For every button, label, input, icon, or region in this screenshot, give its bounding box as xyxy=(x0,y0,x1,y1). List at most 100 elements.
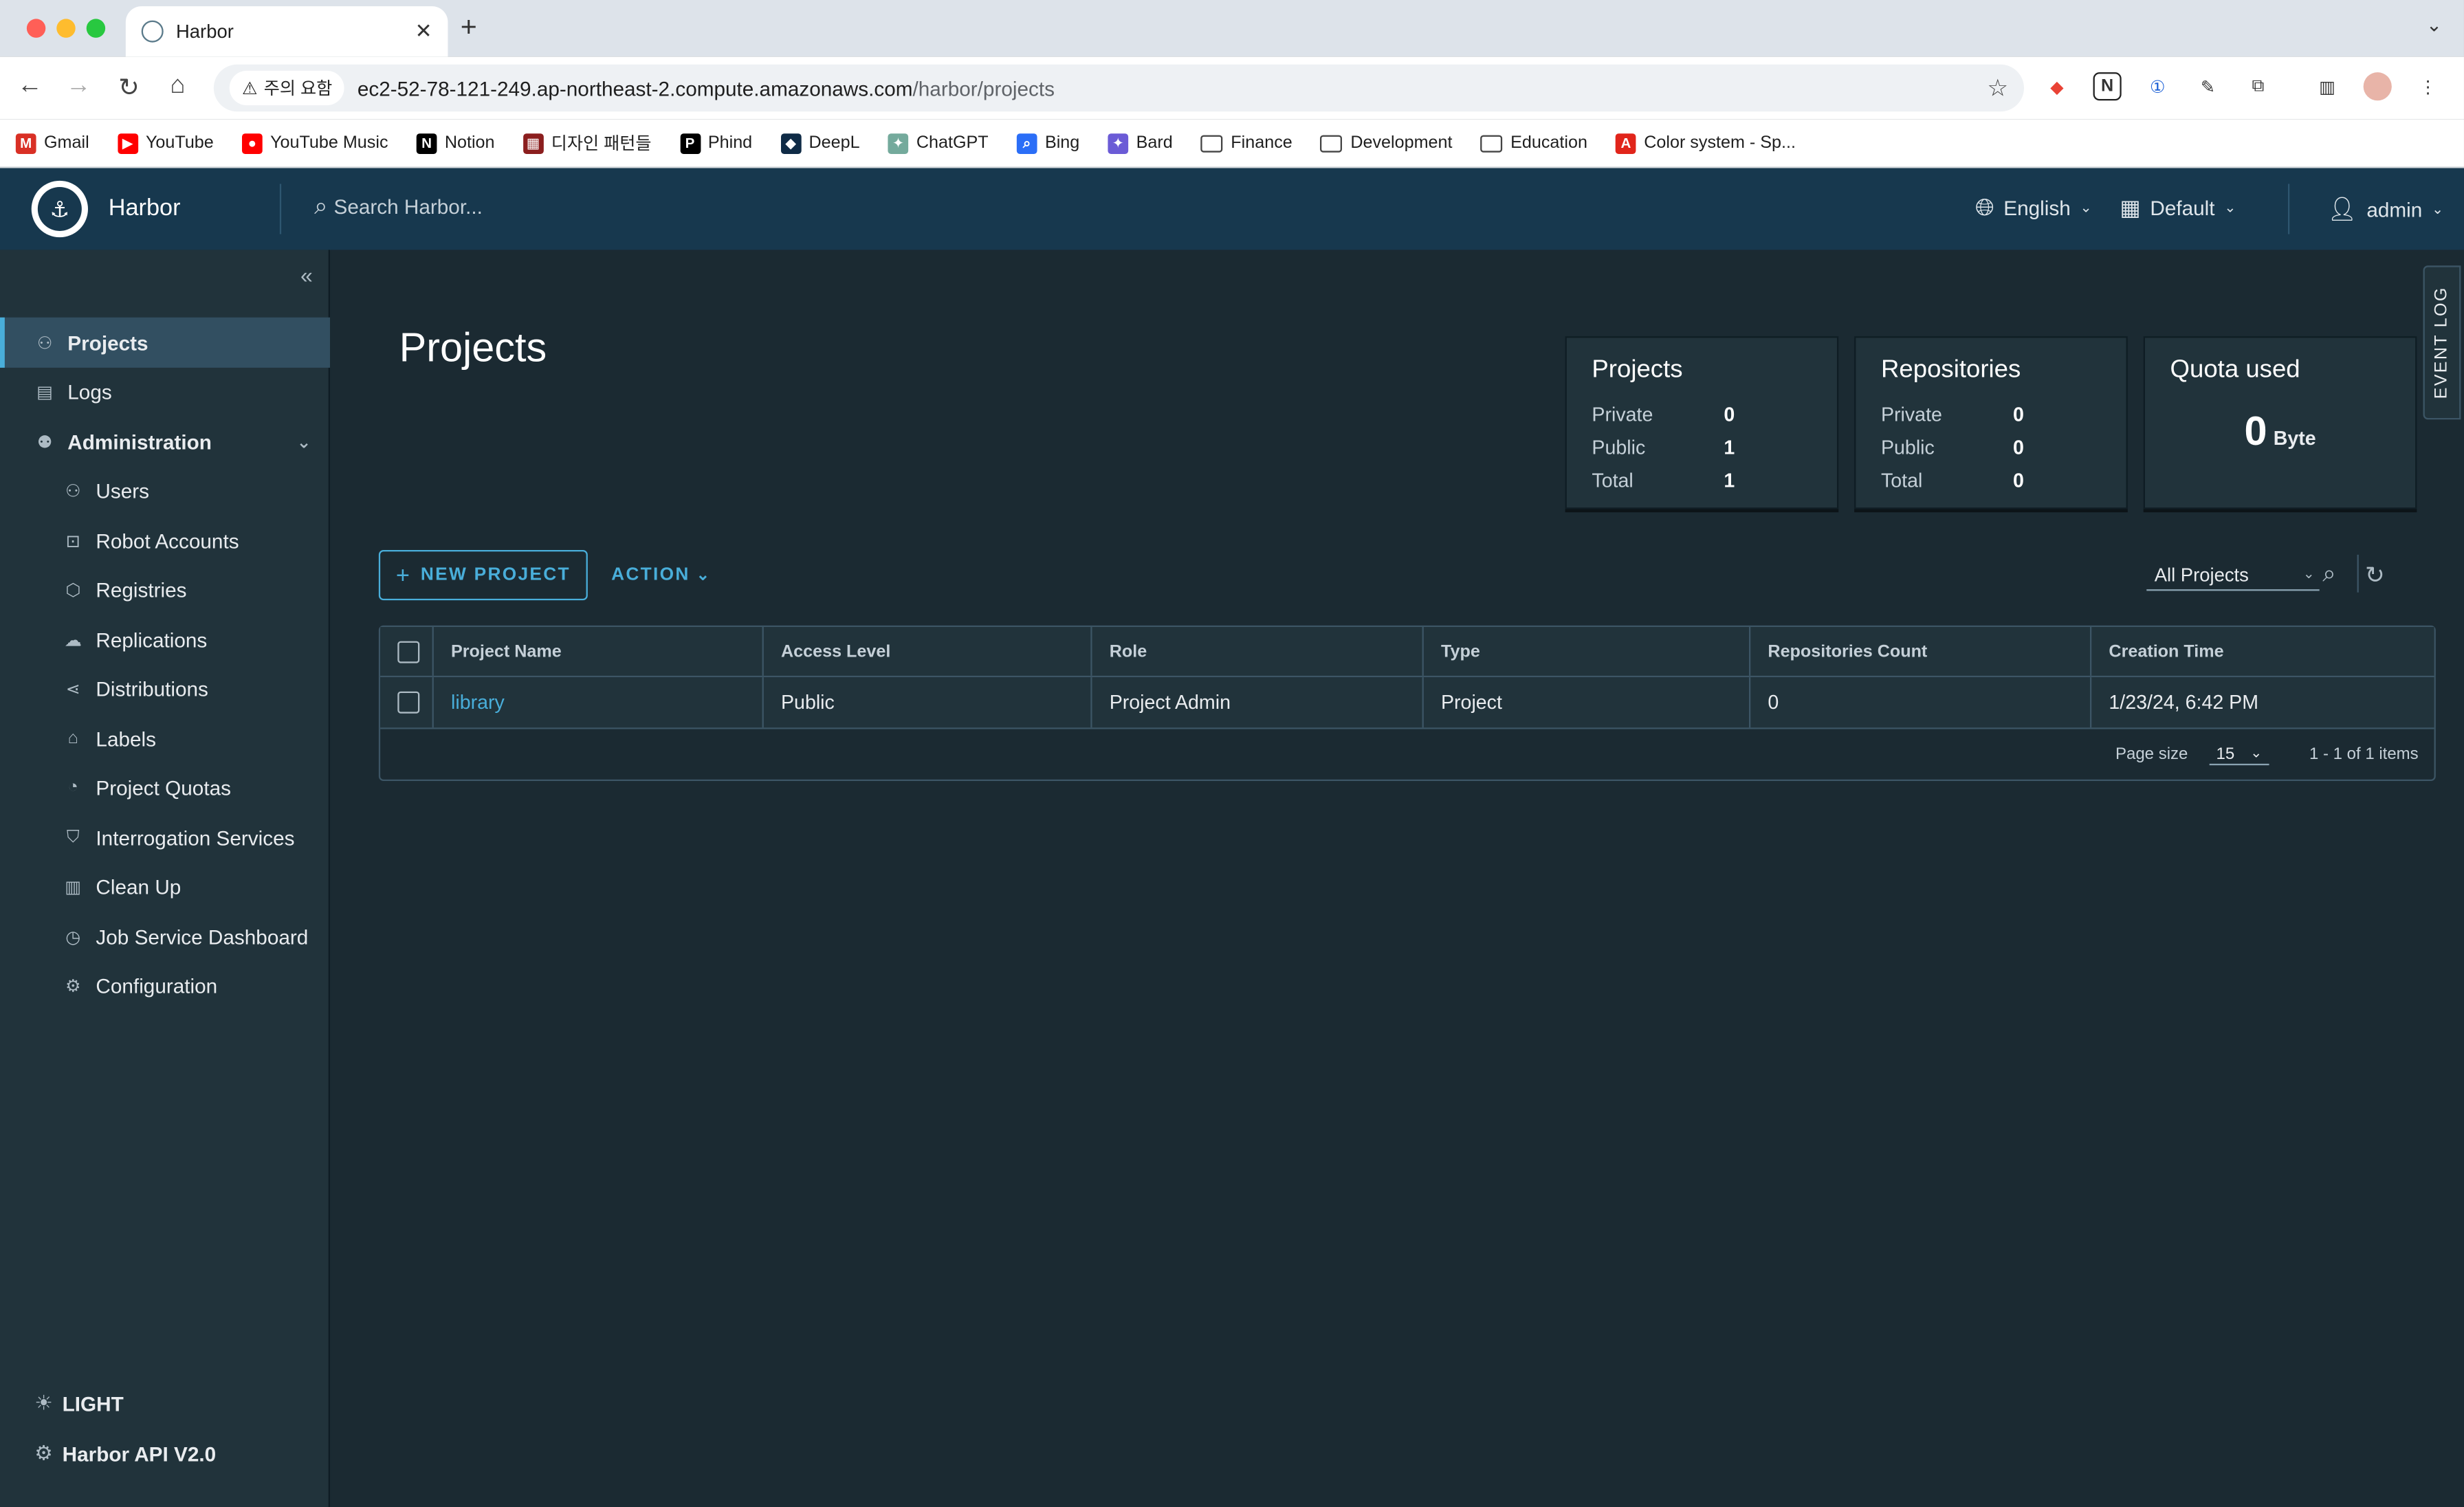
row-value[interactable]: 1 xyxy=(1724,436,1735,458)
minimize-window-button[interactable] xyxy=(56,19,76,38)
maximize-window-button[interactable] xyxy=(86,19,106,38)
bookmark-favicon-icon: ● xyxy=(241,133,263,153)
quota-unit: Byte xyxy=(2273,427,2316,450)
bookmark-item[interactable]: ✦ ChatGPT xyxy=(888,133,989,153)
sidebar-item-distributions[interactable]: ⋖ Distributions xyxy=(0,663,330,714)
user-menu[interactable]: 👤︎ admin ⌄ xyxy=(2327,195,2443,223)
sidebar-item-interrogation-services[interactable]: ⛉ Interrogation Services xyxy=(0,813,330,863)
bookmark-item[interactable]: Education xyxy=(1480,133,1587,153)
bookmark-item[interactable]: ▦ 디자인 패턴들 xyxy=(522,131,652,156)
close-tab-icon[interactable]: ✕ xyxy=(415,19,432,44)
row-label: Private xyxy=(1880,403,1942,426)
sidebar-item-configuration[interactable]: ⚙ Configuration xyxy=(0,960,330,1011)
column-header[interactable]: Repositories Count xyxy=(1750,626,2092,676)
filter-value: All Projects xyxy=(2154,563,2249,586)
registries-icon: ⬡ xyxy=(65,580,81,600)
sidebar-item-clean-up[interactable]: ▥ Clean Up xyxy=(0,861,330,912)
back-icon[interactable]: ← xyxy=(14,72,46,100)
extensions-puzzle-icon[interactable]: ⧉ xyxy=(2244,72,2272,100)
bookmark-item[interactable]: ● YouTube Music xyxy=(241,133,388,153)
bookmark-item[interactable]: N Notion xyxy=(416,133,494,153)
tab-search-chevron-icon[interactable]: ⌄ xyxy=(2426,14,2442,36)
bookmark-item[interactable]: P Phind xyxy=(679,133,752,153)
card-row: Total 0 xyxy=(1881,463,2101,496)
bookmark-item[interactable]: M Gmail xyxy=(15,133,89,153)
column-header[interactable]: Role xyxy=(1092,626,1424,676)
home-icon[interactable]: ⌂ xyxy=(162,72,193,100)
brand-name[interactable]: Harbor xyxy=(109,195,181,221)
search-icon[interactable]: ⌕ xyxy=(2322,561,2335,588)
eyedropper-icon[interactable]: ✎ xyxy=(2194,72,2222,100)
row-value[interactable]: 1 xyxy=(1724,469,1735,491)
event-log-tab[interactable]: EVENT LOG xyxy=(2423,265,2461,420)
project-filter-select[interactable]: All Projects ⌄ xyxy=(2146,560,2320,591)
project-name-link[interactable]: library xyxy=(451,692,505,714)
search-input[interactable]: Search Harbor... xyxy=(333,195,482,218)
search-icon: ⌕ xyxy=(314,193,328,220)
column-header[interactable]: Project Name xyxy=(434,626,764,676)
security-warning-chip[interactable]: ⚠ 주의 요함 xyxy=(229,70,345,106)
notion-extension-icon[interactable]: N xyxy=(2093,72,2122,101)
chevron-down-icon[interactable]: ⌄ xyxy=(296,431,311,452)
close-window-button[interactable] xyxy=(26,19,46,38)
new-project-button[interactable]: + NEW PROJECT xyxy=(378,549,588,601)
table-row: library Public Project Admin Project 0 1/23/2… xyxy=(380,677,2434,729)
theme-toggle[interactable]: ☀ LIGHT xyxy=(34,1391,123,1416)
bookmark-item[interactable]: Finance xyxy=(1200,133,1292,153)
collapse-sidebar-icon[interactable]: « xyxy=(300,263,313,288)
bookmark-item[interactable]: ✦ Bard xyxy=(1108,133,1173,153)
quota-value: 0 Byte xyxy=(2170,407,2390,456)
page-size-select[interactable]: 15 ⌄ xyxy=(2210,744,2269,764)
chevron-down-icon: ⌄ xyxy=(2250,745,2263,761)
page-size-label: Page size xyxy=(2115,745,2188,764)
bookmark-item[interactable]: Development xyxy=(1320,133,1453,153)
action-dropdown-button[interactable]: ACTION ⌄ xyxy=(611,550,711,600)
sidebar-item-administration[interactable]: ⚉ Administration ⌄ xyxy=(0,417,330,467)
sidebar-item-labels[interactable]: ⌂ Labels xyxy=(0,714,330,764)
column-header[interactable]: Creation Time xyxy=(2091,627,2434,676)
language-selector[interactable]: 🌐︎ English ⌄ xyxy=(1975,195,2092,221)
sidebar-item-label: Distributions xyxy=(96,676,208,701)
refresh-icon[interactable]: ↻ xyxy=(2365,561,2385,589)
forward-icon[interactable]: → xyxy=(63,72,94,100)
column-header[interactable]: Access Level xyxy=(764,626,1092,676)
harbor-logo-icon[interactable]: ⚓ xyxy=(31,180,88,238)
bookmark-item[interactable]: A Color system - Sp... xyxy=(1616,133,1796,153)
bookmark-item[interactable]: ◆ DeepL xyxy=(780,133,860,153)
sidebar-item-registries[interactable]: ⬡ Registries xyxy=(0,564,330,615)
browser-tab[interactable]: Harbor ✕ xyxy=(125,6,448,57)
sidebar-item-replications[interactable]: ☁ Replications xyxy=(0,615,330,665)
sidebar-item-logs[interactable]: ▤ Logs xyxy=(0,366,330,417)
bookmark-star-icon[interactable]: ☆ xyxy=(1987,74,2008,102)
browser-menu-icon[interactable]: ⋮ xyxy=(2414,72,2442,100)
row-select-cell xyxy=(380,677,434,728)
sidebar-item-projects[interactable]: ⚇ Projects xyxy=(0,317,330,368)
profile-avatar[interactable] xyxy=(2363,72,2392,101)
extension-color-icon[interactable]: ◆ xyxy=(2043,72,2071,100)
global-search[interactable]: ⌕ Search Harbor... xyxy=(314,193,483,220)
sidebar-item-label: Interrogation Services xyxy=(96,826,295,850)
action-label: ACTION xyxy=(611,565,690,585)
sidebar-item-project-quotas[interactable]: ◔ Project Quotas xyxy=(0,762,330,813)
new-tab-icon[interactable]: + xyxy=(461,11,477,44)
select-all-checkbox[interactable] xyxy=(397,640,420,663)
reload-icon[interactable]: ↻ xyxy=(113,72,145,104)
header-divider xyxy=(279,184,282,234)
api-explorer-link[interactable]: ⚙ Harbor API V2.0 xyxy=(34,1441,216,1466)
theme-selector[interactable]: ▦ Default ⌄ xyxy=(2120,195,2236,221)
row-checkbox[interactable] xyxy=(397,691,420,714)
chevron-down-icon: ⌄ xyxy=(2432,200,2444,217)
folder-icon xyxy=(1200,134,1223,152)
row-value[interactable]: 0 xyxy=(1724,403,1735,425)
column-header[interactable]: Type xyxy=(1424,626,1751,676)
bookmark-item[interactable]: ⌕ Bing xyxy=(1016,133,1079,153)
repositories-summary-card: Repositories Private 0 Public 0 Total 0 xyxy=(1854,336,2128,509)
password-manager-icon[interactable]: ① xyxy=(2144,72,2172,100)
sidebar-item-robot-accounts[interactable]: ⊡ Robot Accounts xyxy=(0,516,330,566)
bookmark-item[interactable]: ▶ YouTube xyxy=(117,133,214,153)
url-field[interactable]: ⚠ 주의 요함 ec2-52-78-121-249.ap-northeast-2… xyxy=(213,64,2024,112)
sidebar-item-users[interactable]: ⚇ Users xyxy=(0,465,330,516)
table-cell: 0 xyxy=(1750,677,2092,728)
side-panel-icon[interactable]: ▥ xyxy=(2313,72,2342,100)
sidebar-item-job-service-dashboard[interactable]: ◷ Job Service Dashboard xyxy=(0,912,330,962)
